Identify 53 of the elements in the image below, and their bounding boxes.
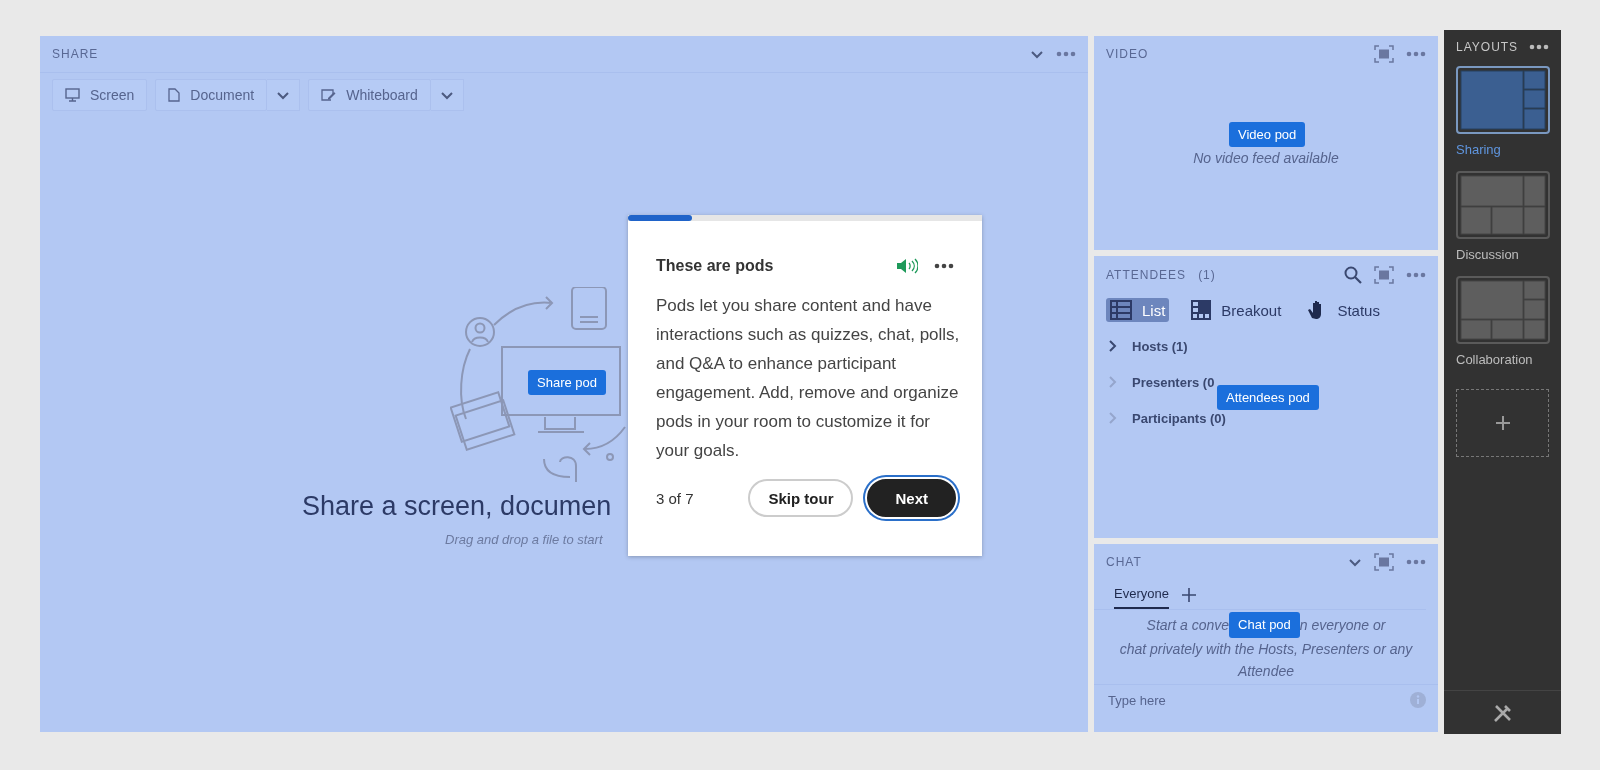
fullscreen-icon[interactable] xyxy=(1374,553,1394,571)
more-icon[interactable] xyxy=(934,263,954,269)
whiteboard-icon xyxy=(321,88,337,102)
layout-thumbnail-icon xyxy=(1456,276,1550,344)
layout-option[interactable]: Collaboration xyxy=(1444,276,1561,381)
share-option-button[interactable]: Screen xyxy=(52,79,148,111)
chat-hint: chat privately with the Hosts, Presenters or any Attendee xyxy=(1118,640,1414,681)
share-option-button[interactable]: Document xyxy=(155,79,268,111)
attendee-count: (1) xyxy=(1198,268,1217,282)
layout-option[interactable]: Discussion xyxy=(1444,171,1561,276)
panel-title: LAYOUTS xyxy=(1456,40,1519,54)
chevron-right-icon[interactable] xyxy=(1108,340,1118,352)
chat-tab[interactable]: Everyone xyxy=(1114,580,1169,609)
chat-hint: Start a conve xyxy=(1146,616,1230,635)
pod-title: CHAT xyxy=(1106,555,1143,569)
empty-message: No video feed available xyxy=(1193,150,1339,166)
speaker-icon[interactable] xyxy=(896,257,918,275)
monitor-icon xyxy=(65,88,80,102)
view-tab[interactable]: Breakout xyxy=(1187,298,1286,322)
share-option-button[interactable]: Whiteboard xyxy=(308,79,431,111)
fullscreen-icon[interactable] xyxy=(1374,266,1394,284)
plus-icon xyxy=(1494,415,1511,431)
skip-button[interactable]: Skip tour xyxy=(748,479,854,517)
search-icon[interactable] xyxy=(1344,266,1362,284)
pod-label: Share pod xyxy=(528,370,606,395)
layout-thumbnail-icon xyxy=(1456,66,1550,134)
fullscreen-icon[interactable] xyxy=(1374,45,1394,63)
layout-thumbnail-icon xyxy=(1456,171,1550,239)
document-icon xyxy=(168,88,181,102)
breakout-icon xyxy=(1191,300,1212,320)
attendee-group[interactable]: Hosts (1) xyxy=(1132,338,1188,354)
layout-option[interactable]: Sharing xyxy=(1444,66,1561,171)
dropdown-toggle[interactable] xyxy=(267,79,301,111)
pod-label: Chat pod xyxy=(1229,612,1300,638)
plus-icon[interactable] xyxy=(1180,586,1197,603)
tour-description: Pods let you share content and have interactions such as quizzes, chat, polls, and Q&A to enhance participant engagement. Add, remove and organize pods in your room to customize it for your goals. xyxy=(656,295,961,462)
more-icon[interactable] xyxy=(1529,44,1549,50)
pod-label: Video pod xyxy=(1229,122,1306,147)
tour-title: These are pods xyxy=(656,257,775,275)
share-heading: Share a screen, documen xyxy=(302,491,612,522)
pod-title: VIDEO xyxy=(1106,47,1150,61)
view-tab[interactable]: List xyxy=(1106,298,1170,322)
pod-title: SHARE xyxy=(52,47,100,61)
step-counter: 3 of 7 xyxy=(656,489,695,507)
chat-input-field[interactable]: Type here xyxy=(1106,691,1410,709)
add-layout-button[interactable] xyxy=(1456,389,1549,457)
pod-title: ATTENDEES xyxy=(1106,268,1187,282)
drop-hint: Drag and drop a file to start xyxy=(445,532,603,547)
list-icon xyxy=(1110,300,1132,320)
dropdown-toggle[interactable] xyxy=(430,79,464,111)
view-tab[interactable]: Status xyxy=(1303,298,1384,322)
pod-label: Attendees pod xyxy=(1217,385,1319,410)
chat-hint: n everyone or xyxy=(1299,616,1386,635)
